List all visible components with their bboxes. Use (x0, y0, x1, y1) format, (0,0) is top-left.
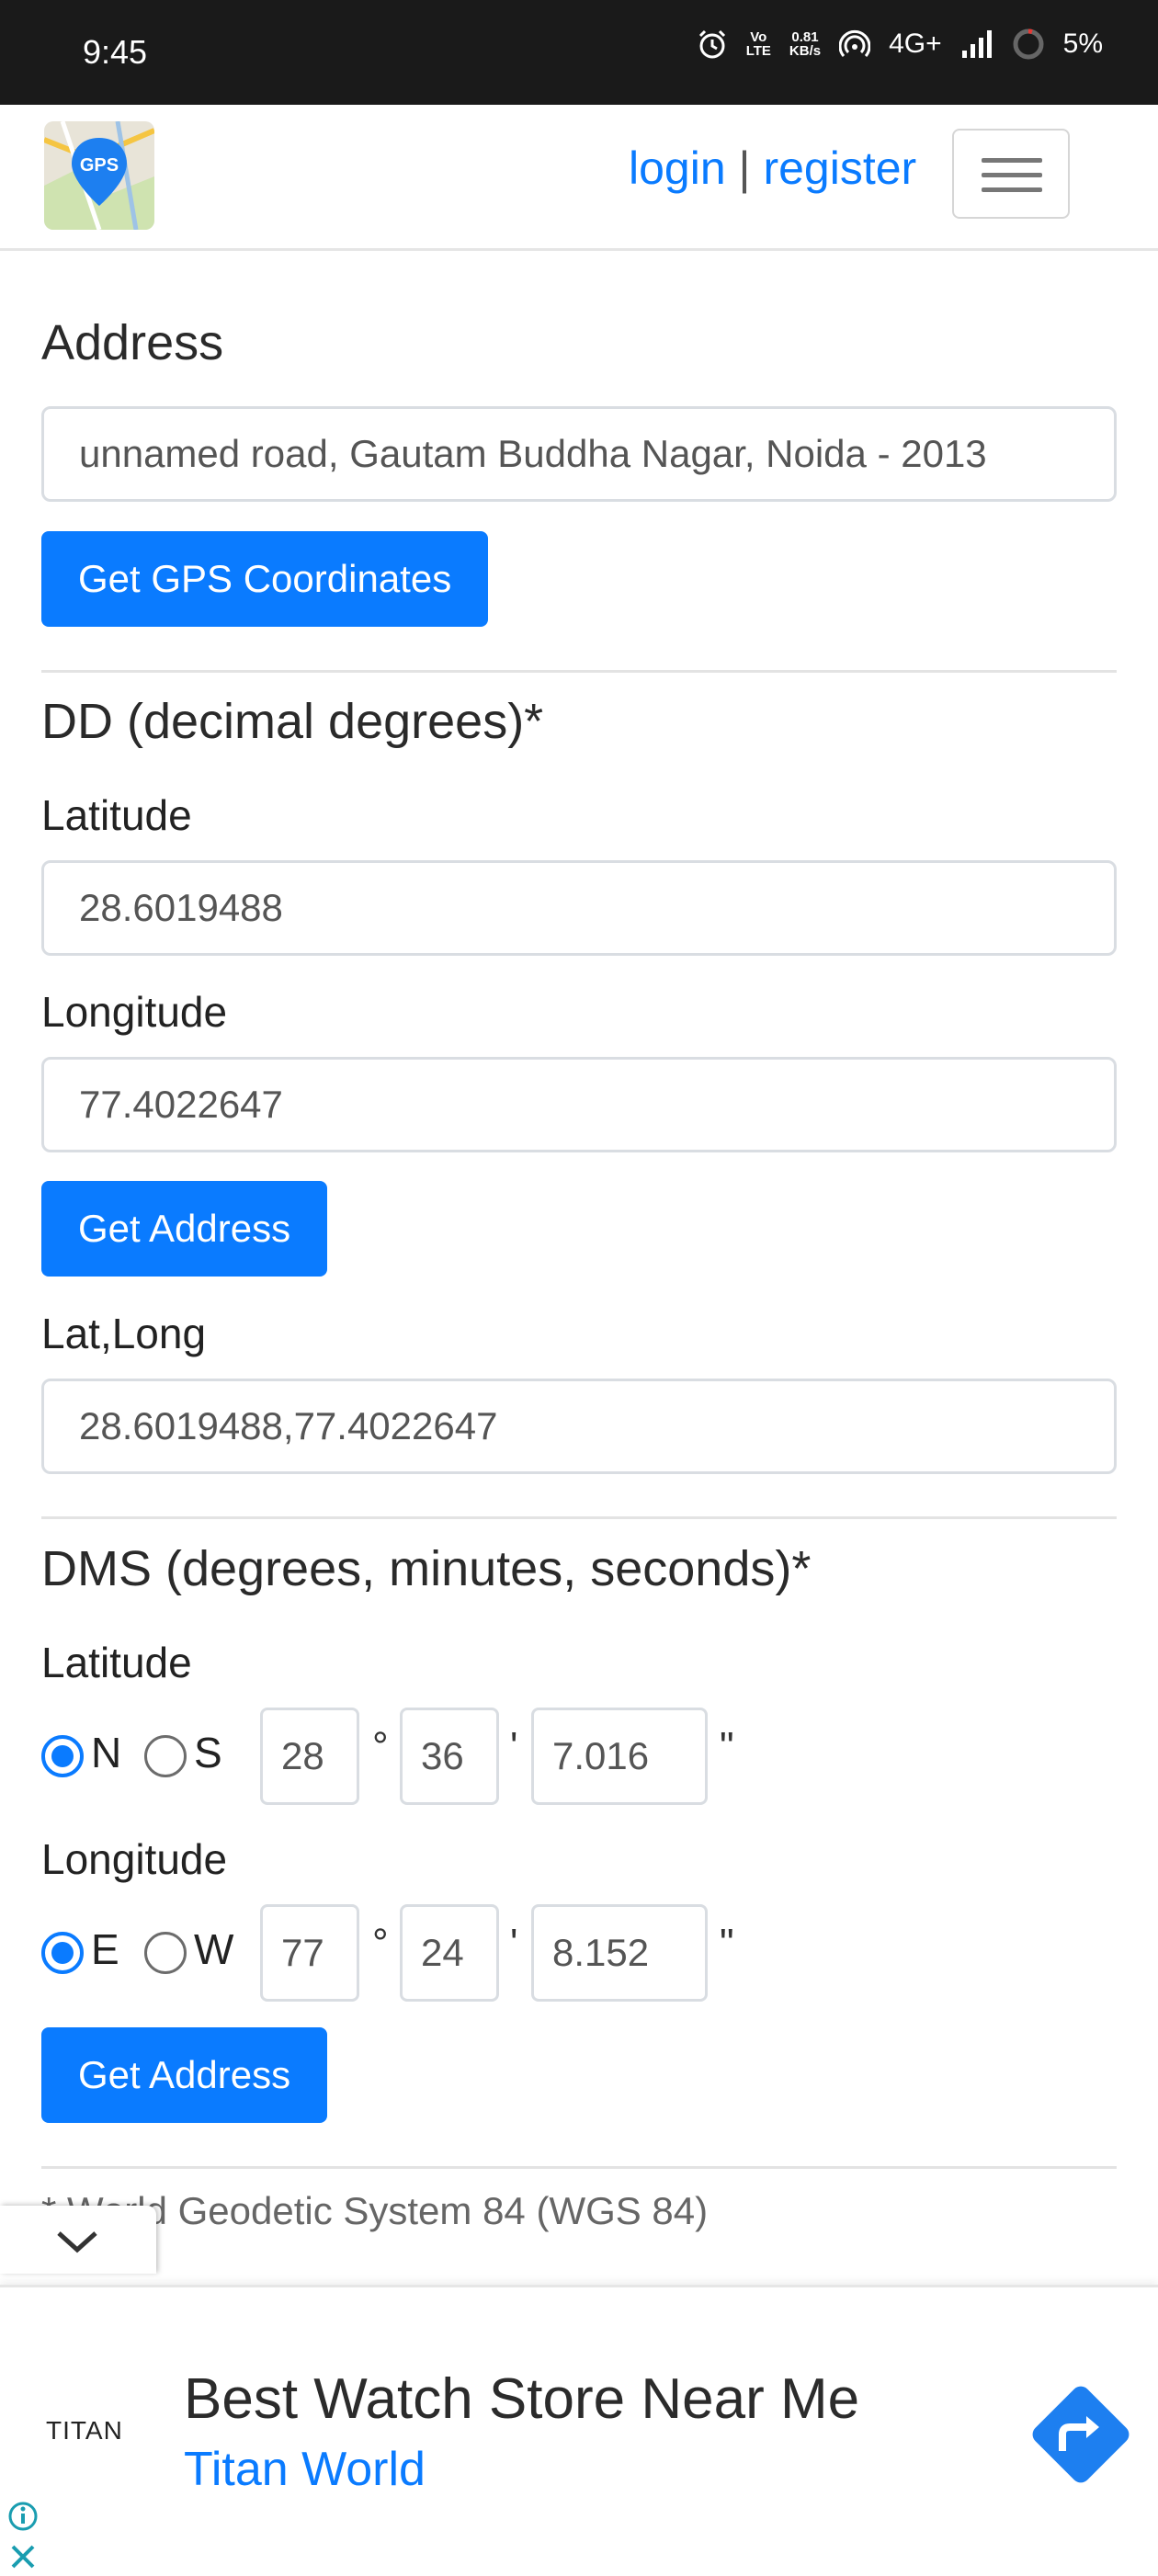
volte-bottom-text: LTE (745, 43, 771, 59)
status-time: 9:45 (83, 33, 148, 71)
chevron-down-icon (57, 2231, 97, 2253)
lon-minutes-input[interactable]: 24 (400, 1904, 499, 2002)
auth-separator: | (738, 142, 751, 194)
battery-icon (1013, 28, 1044, 60)
divider (41, 670, 1117, 673)
hamburger-icon-line (982, 158, 1042, 163)
second-symbol: " (720, 1724, 734, 1769)
dd-latitude-input[interactable]: 28.6019488 (41, 860, 1117, 956)
radio-east-label: E (91, 1925, 119, 1973)
hotspot-icon (839, 29, 871, 57)
lon-degrees-input[interactable]: 77 (260, 1904, 359, 2002)
lat-minutes-input[interactable]: 36 (400, 1708, 499, 1805)
degree-symbol: ° (372, 1724, 389, 1769)
second-symbol: " (720, 1921, 734, 1966)
ad-close-icon[interactable] (7, 2541, 39, 2572)
hamburger-icon-line (982, 187, 1042, 192)
login-link[interactable]: login (629, 142, 726, 194)
dd-longitude-input[interactable]: 77.4022647 (41, 1057, 1117, 1152)
network-speed-unit: KB/s (789, 43, 822, 59)
radio-west[interactable] (144, 1932, 187, 1974)
divider (41, 2166, 1117, 2169)
logo-text: GPS (80, 155, 119, 176)
ad-subtitle[interactable]: Titan World (184, 2442, 426, 2497)
ad-brand-logo: TITAN (46, 2416, 123, 2445)
dd-get-address-button[interactable]: Get Address (41, 1181, 328, 1277)
divider (41, 1516, 1117, 1519)
get-gps-coordinates-button[interactable]: Get GPS Coordinates (41, 531, 489, 627)
auth-links: login | register (629, 142, 916, 195)
signal-icon (961, 30, 992, 58)
gps-map-icon: GPS (44, 121, 154, 230)
alarm-icon (698, 29, 725, 59)
dms-get-address-button[interactable]: Get Address (41, 2027, 328, 2123)
network-speed: 0.81 KB/s (789, 30, 821, 58)
address-input[interactable]: unnamed road, Gautam Buddha Nagar, Noida… (41, 406, 1117, 502)
radio-south-label: S (194, 1729, 222, 1776)
battery-level: 5% (1062, 28, 1103, 59)
radio-south[interactable] (144, 1735, 187, 1777)
radio-north[interactable] (41, 1735, 84, 1777)
latlong-input[interactable]: 28.6019488,77.4022647 (41, 1379, 1117, 1474)
lat-degrees-input[interactable]: 28 (260, 1708, 359, 1805)
network-type: 4G+ (889, 28, 942, 59)
address-title: Address (41, 315, 224, 370)
hamburger-icon-line (982, 173, 1042, 177)
minute-symbol: ' (510, 1724, 518, 1769)
status-icons: Vo LTE 0.81 KB/s 4G+ 5% (697, 28, 1103, 61)
dms-latitude-label: Latitude (41, 1639, 192, 1686)
directions-icon[interactable] (1027, 2381, 1134, 2488)
volte-top-text: Vo (750, 29, 767, 45)
dms-longitude-label: Longitude (41, 1835, 228, 1883)
minute-symbol: ' (510, 1921, 518, 1966)
volte-indicator: Vo LTE (746, 30, 771, 58)
menu-toggle-button[interactable] (952, 129, 1070, 219)
dd-longitude-label: Longitude (41, 988, 228, 1036)
dd-latitude-label: Latitude (41, 791, 192, 839)
app-logo[interactable]: GPS (44, 121, 154, 230)
degree-symbol: ° (372, 1921, 389, 1966)
lat-seconds-input[interactable]: 7.016 (531, 1708, 708, 1805)
register-link[interactable]: register (763, 142, 916, 194)
status-bar: 9:45 Vo LTE 0.81 KB/s 4G+ 5% (0, 0, 1158, 105)
dms-title: DMS (degrees, minutes, seconds)* (41, 1541, 812, 1596)
ad-collapse-button[interactable] (0, 2206, 156, 2274)
radio-west-label: W (194, 1925, 234, 1973)
lon-seconds-input[interactable]: 8.152 (531, 1904, 708, 2002)
latlong-label: Lat,Long (41, 1310, 207, 1357)
ad-banner[interactable]: TITAN Best Watch Store Near Me Titan Wor… (0, 2285, 1158, 2576)
network-speed-value: 0.81 (791, 29, 819, 45)
dd-title: DD (decimal degrees)* (41, 694, 544, 749)
navbar: GPS login | register (0, 105, 1158, 251)
radio-east[interactable] (41, 1932, 84, 1974)
dms-latitude-row: N S 28 ° 36 ' 7.016 " (41, 1708, 1117, 1805)
ad-title[interactable]: Best Watch Store Near Me (184, 2366, 859, 2432)
ad-info-icon[interactable] (7, 2501, 39, 2532)
radio-north-label: N (91, 1729, 122, 1776)
dms-longitude-row: E W 77 ° 24 ' 8.152 " (41, 1904, 1117, 2002)
